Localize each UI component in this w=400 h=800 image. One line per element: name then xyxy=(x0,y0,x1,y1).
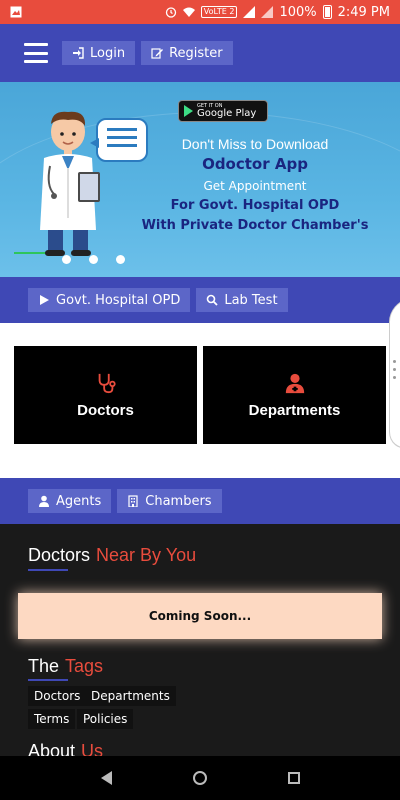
carousel-dot[interactable] xyxy=(62,255,71,264)
signal-icon xyxy=(243,6,256,18)
departments-card-label: Departments xyxy=(248,401,341,419)
edit-icon xyxy=(151,48,164,59)
tag-terms[interactable]: Terms xyxy=(28,709,76,729)
carousel-dots xyxy=(62,255,125,264)
tag-doctors[interactable]: Doctors xyxy=(28,686,87,706)
departments-card[interactable]: Departments xyxy=(203,346,386,444)
agents-label: Agents xyxy=(56,493,102,509)
govt-opd-label: Govt. Hospital OPD xyxy=(56,292,181,308)
top-nav: Login Register xyxy=(0,24,400,82)
coming-soon-box: Coming Soon... xyxy=(18,593,382,639)
recent-apps-icon[interactable] xyxy=(287,772,300,784)
carousel-dot[interactable] xyxy=(89,255,98,264)
login-label: Login xyxy=(90,45,126,61)
banner-line-5: With Private Doctor Chamber's xyxy=(141,218,369,233)
side-dots xyxy=(393,360,397,384)
govt-opd-button[interactable]: Govt. Hospital OPD xyxy=(28,288,191,312)
play-store-icon xyxy=(184,105,193,117)
login-button[interactable]: Login xyxy=(62,41,136,65)
battery-percent: 100% xyxy=(279,4,317,20)
tags-heading: The Tags xyxy=(28,656,104,676)
section-nav-primary: Govt. Hospital OPD Lab Test xyxy=(0,277,400,323)
google-play-badge[interactable]: GET IT ON Google Play xyxy=(178,100,268,122)
banner-line-1: Don't Miss to Download xyxy=(181,136,329,152)
carousel-dot[interactable] xyxy=(116,255,125,264)
promo-banner[interactable]: GET IT ON Google Play Don't Miss to Down… xyxy=(0,82,400,277)
chambers-label: Chambers xyxy=(145,493,212,509)
search-icon xyxy=(207,294,218,306)
register-label: Register xyxy=(169,45,223,61)
heading-underline xyxy=(28,679,68,681)
chambers-button[interactable]: Chambers xyxy=(117,489,222,513)
alarm-icon xyxy=(165,6,177,18)
register-button[interactable]: Register xyxy=(141,41,233,65)
heading-underline xyxy=(28,569,68,571)
user-md-icon xyxy=(285,373,304,393)
home-icon[interactable] xyxy=(192,771,207,785)
doctors-card[interactable]: Doctors xyxy=(14,346,197,444)
building-icon xyxy=(128,495,138,507)
image-notification-icon xyxy=(10,6,22,18)
doctors-card-label: Doctors xyxy=(77,401,134,419)
user-icon xyxy=(39,495,49,507)
clock: 2:49 PM xyxy=(337,4,390,20)
sign-in-icon xyxy=(73,47,84,59)
status-bar: VoLTE 2 100% 2:49 PM xyxy=(0,0,400,24)
app-screen: VoLTE 2 100% 2:49 PM Login Register GET … xyxy=(0,0,400,800)
stethoscope-icon xyxy=(98,373,116,393)
nearby-heading: Doctors Near By You xyxy=(28,545,197,565)
play-icon xyxy=(40,295,49,305)
banner-line-3: Get Appointment xyxy=(203,179,307,193)
volte-indicator: VoLTE 2 xyxy=(200,6,238,18)
section-nav-secondary: Agents Chambers xyxy=(0,478,400,524)
banner-line-2: Odoctor App xyxy=(202,155,308,173)
lab-test-button[interactable]: Lab Test xyxy=(196,288,288,312)
system-nav-bar xyxy=(0,756,400,800)
battery-icon xyxy=(322,5,332,19)
tag-policies[interactable]: Policies xyxy=(77,709,134,729)
agents-button[interactable]: Agents xyxy=(28,489,112,513)
tag-departments[interactable]: Departments xyxy=(85,686,176,706)
banner-line-4: For Govt. Hospital OPD xyxy=(170,198,340,213)
menu-icon[interactable] xyxy=(24,43,48,63)
signal-icon-2 xyxy=(261,6,274,18)
back-icon[interactable] xyxy=(100,771,112,785)
wifi-icon xyxy=(182,6,195,18)
lab-test-label: Lab Test xyxy=(224,292,278,308)
